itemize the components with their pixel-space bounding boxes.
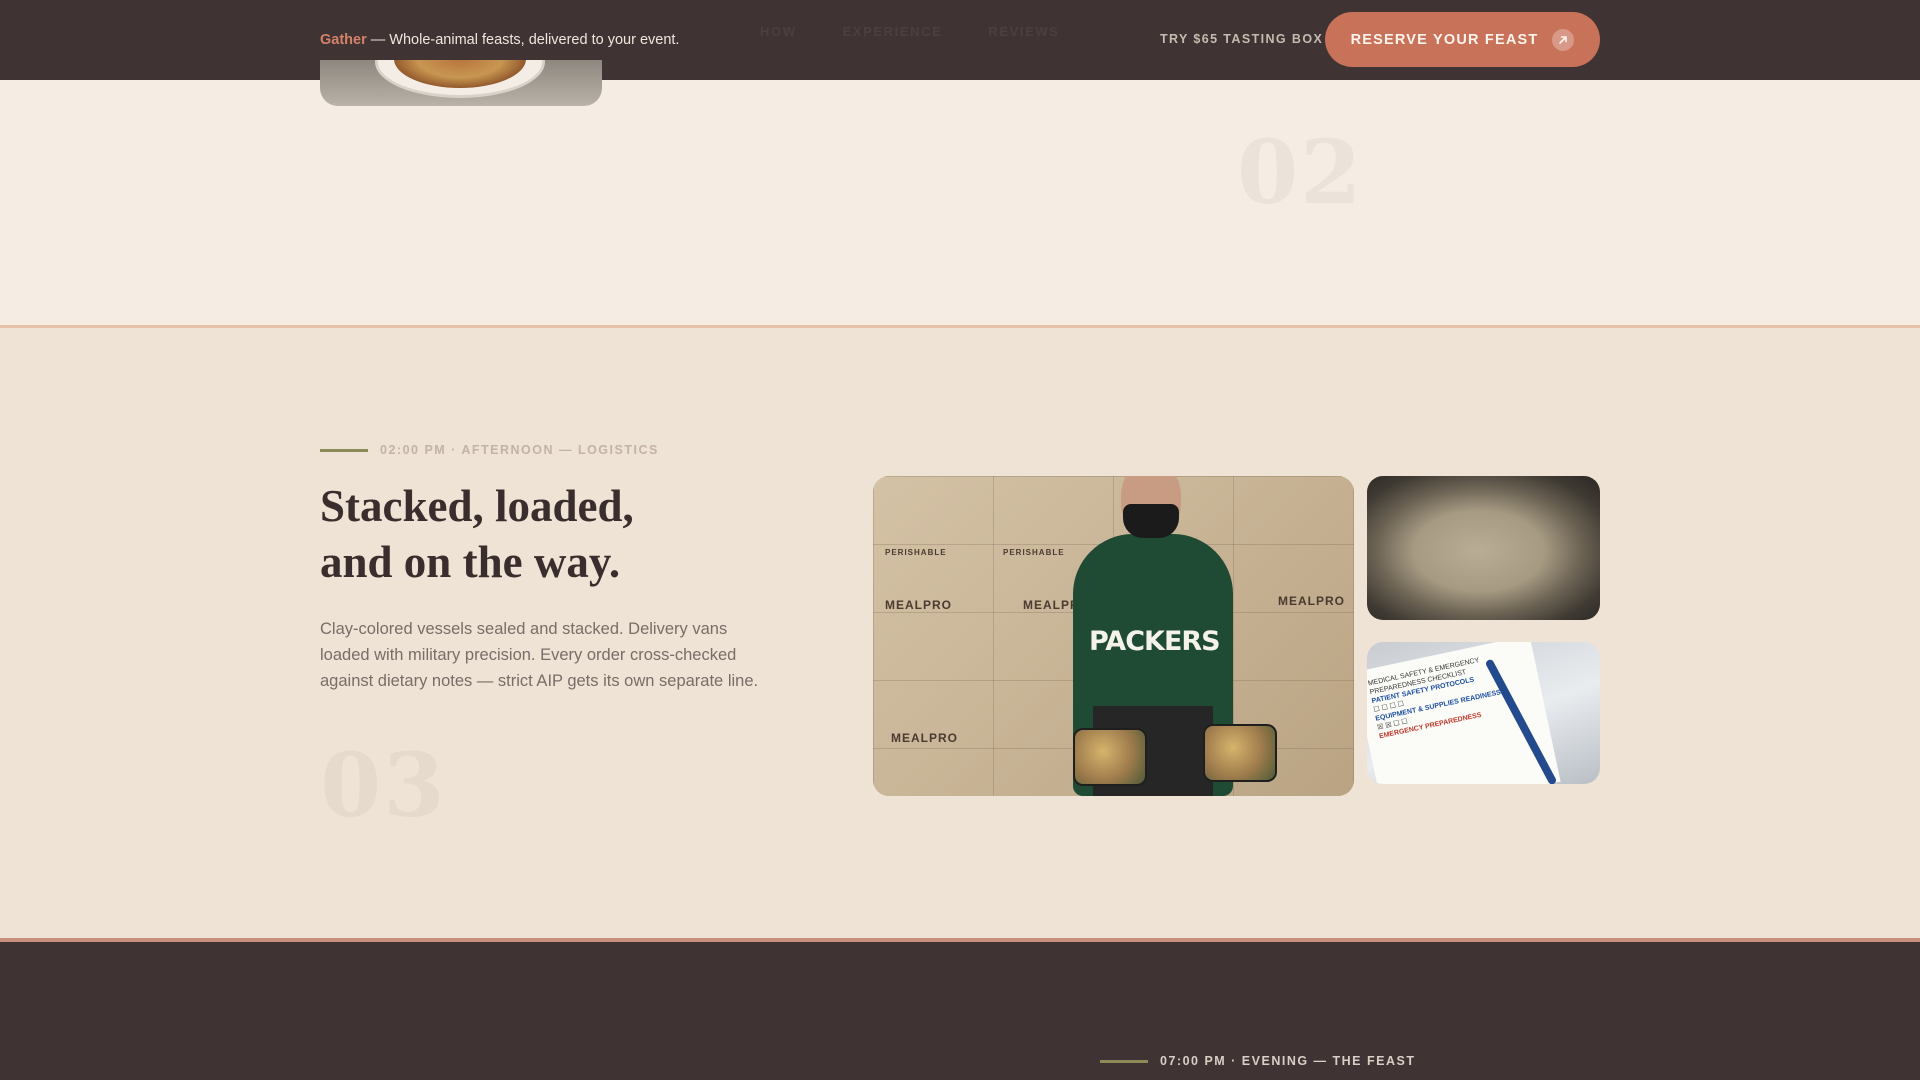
headline-line-2: and on the way.: [320, 537, 621, 587]
eyebrow-rule: [320, 448, 368, 452]
box-brand-label: MEALPRO: [885, 598, 952, 612]
nav-item-reviews[interactable]: REVIEWS: [988, 24, 1059, 39]
section-step-02: 02: [0, 80, 1920, 325]
plated-dish-photo: [320, 60, 602, 106]
reserve-button-label: RESERVE YOUR FEAST: [1350, 31, 1539, 48]
logistics-eyebrow: 02:00 PM · AFTERNOON — LOGISTICS: [320, 443, 659, 457]
box-tag-label: PERISHABLE: [1003, 548, 1065, 557]
section-logistics: 02:00 PM · AFTERNOON — LOGISTICS Stacked…: [0, 328, 1920, 938]
hoodie-text: PACKERS: [1089, 626, 1221, 657]
box-tag-label: PERISHABLE: [885, 548, 947, 557]
logistics-body: Clay-colored vessels sealed and stacked.…: [320, 620, 759, 690]
arrow-up-right-icon: [1552, 28, 1575, 51]
nav-item-experience[interactable]: EXPERIENCE: [843, 24, 943, 39]
evening-eyebrow: 07:00 PM · EVENING — THE FEAST: [1100, 1054, 1415, 1068]
box-brand-label: MEALPRO: [1278, 594, 1345, 608]
delivery-staff-photo: MEALPRO MEALPRO MEALPRO MEALPRO PERISHAB…: [873, 476, 1354, 796]
step-number-03: 03: [320, 733, 447, 837]
brand-name[interactable]: Gather: [320, 32, 367, 48]
box-brand-label: MEALPRO: [891, 731, 958, 745]
logistics-headline: Stacked, loaded, and on the way.: [320, 478, 740, 590]
meal-tray: [1203, 724, 1277, 782]
checklist-sheet: MEDICAL SAFETY & EMERGENCY PREPAREDNESS …: [1367, 642, 1561, 784]
eyebrow-rule: [1100, 1059, 1148, 1063]
eyebrow-text: 02:00 PM · AFTERNOON — LOGISTICS: [380, 443, 659, 457]
headline-line-1: Stacked, loaded,: [320, 481, 634, 531]
meal-tray: [1073, 728, 1147, 786]
step-number-02: 02: [1237, 120, 1364, 224]
tagline-text: — Whole-animal feasts, delivered to your…: [366, 32, 680, 48]
top-nav-bar: Gather — Whole-animal feasts, delivered …: [0, 0, 1920, 80]
eyebrow-text: 07:00 PM · EVENING — THE FEAST: [1160, 1054, 1416, 1068]
face-mask: [1123, 504, 1179, 538]
site-tagline: Gather — Whole-animal feasts, delivered …: [320, 32, 679, 48]
tasting-box-link[interactable]: TRY $65 TASTING BOX: [1160, 32, 1323, 46]
nav-item-how[interactable]: HOW: [760, 24, 797, 39]
section-evening: 07:00 PM · EVENING — THE FEAST: [0, 942, 1920, 1080]
reserve-feast-button[interactable]: RESERVE YOUR FEAST: [1325, 12, 1600, 67]
main-nav: HOW EXPERIENCE REVIEWS: [760, 24, 1060, 39]
dough-in-bowl-photo: [1367, 476, 1600, 620]
safety-checklist-photo: MEDICAL SAFETY & EMERGENCY PREPAREDNESS …: [1367, 642, 1600, 784]
